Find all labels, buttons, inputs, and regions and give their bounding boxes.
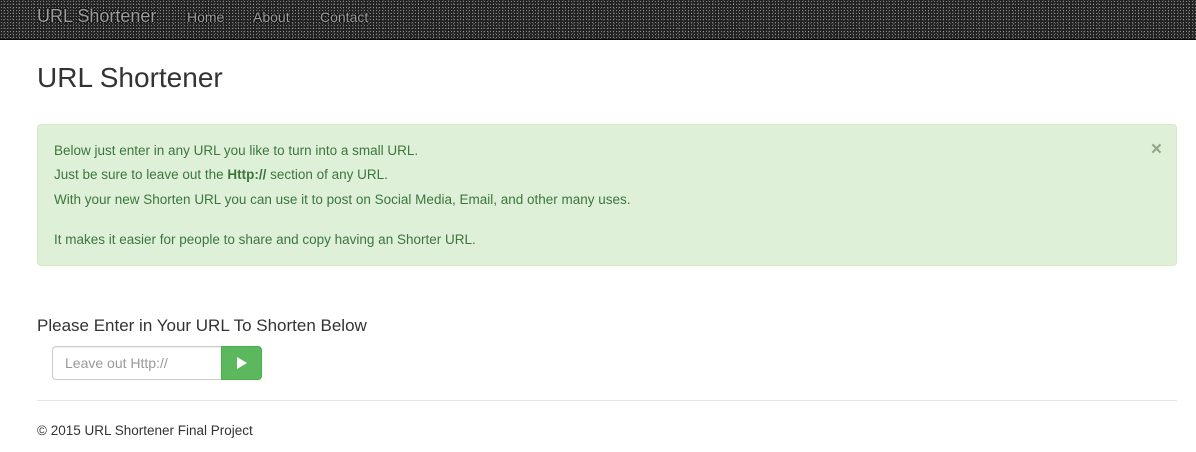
- url-input[interactable]: [52, 346, 222, 380]
- nav-link-home[interactable]: Home: [187, 9, 224, 25]
- play-icon: [237, 357, 247, 369]
- alert-line-2: Just be sure to leave out the Http:// se…: [54, 166, 388, 184]
- navbar-brand[interactable]: URL Shortener: [37, 6, 156, 27]
- alert-line-3: With your new Shorten URL you can use it…: [54, 192, 631, 207]
- footer-copyright: © 2015 URL Shortener Final Project: [37, 423, 253, 438]
- top-navbar: URL Shortener Home About Contact: [0, 0, 1196, 40]
- shorten-submit-button[interactable]: [221, 346, 262, 380]
- nav-link-about[interactable]: About: [253, 9, 290, 25]
- nav-link-contact[interactable]: Contact: [320, 9, 368, 25]
- alert-line-2-before: Just be sure to leave out the: [54, 167, 228, 182]
- page-title: URL Shortener: [37, 62, 223, 93]
- alert-close-button[interactable]: ×: [1151, 140, 1162, 160]
- alert-line-2-after: section of any URL.: [266, 167, 388, 182]
- alert-line-1: Below just enter in any URL you like to …: [54, 143, 419, 158]
- info-alert: Below just enter in any URL you like to …: [37, 124, 1177, 266]
- alert-line-4: It makes it easier for people to share a…: [54, 232, 476, 247]
- alert-http-emphasis: Http://: [227, 167, 267, 182]
- form-heading: Please Enter in Your URL To Shorten Belo…: [37, 316, 367, 335]
- footer-divider: [37, 400, 1177, 401]
